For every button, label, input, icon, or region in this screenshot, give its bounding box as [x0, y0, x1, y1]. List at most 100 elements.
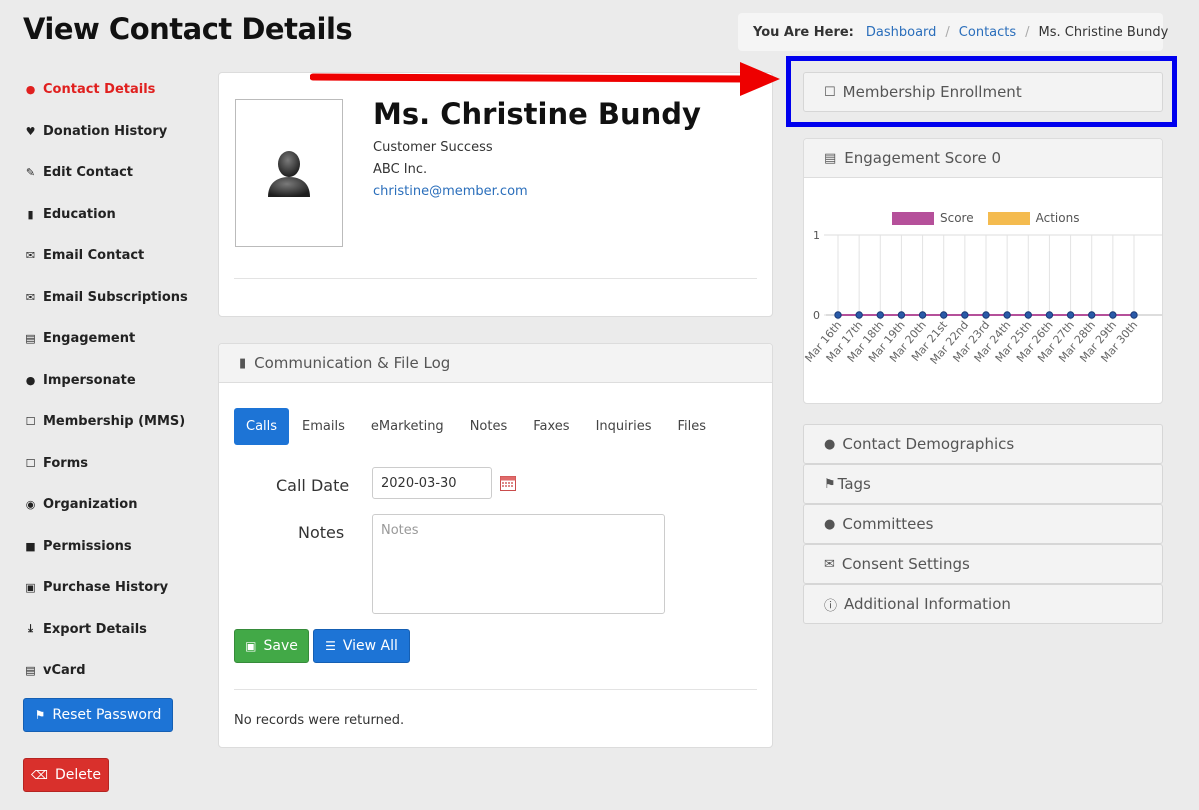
section-label: Additional Information: [844, 595, 1011, 613]
sidebar-item-label: Permissions: [43, 538, 132, 554]
sidebar-item-label: Membership (MMS): [43, 413, 186, 429]
sidebar-item-label: Impersonate: [43, 372, 136, 388]
tab-emarketing[interactable]: eMarketing: [358, 408, 457, 445]
bookmark-icon: ☐: [25, 456, 36, 470]
sidebar-item-vcard[interactable]: ▤ vCard: [23, 660, 85, 680]
engagement-score-title: Engagement Score 0: [844, 149, 1002, 167]
breadcrumb-separator: /: [945, 24, 950, 40]
data-point: [1130, 311, 1138, 319]
contact-demographics-section[interactable]: ● Contact Demographics: [803, 424, 1163, 464]
delete-label: Delete: [54, 767, 101, 783]
user-icon: ●: [824, 436, 836, 452]
tab-inquiries[interactable]: Inquiries: [583, 408, 665, 445]
tags-section[interactable]: ⚑ Tags: [803, 464, 1163, 504]
tab-emails[interactable]: Emails: [289, 408, 358, 445]
section-label: Contact Demographics: [842, 435, 1015, 453]
call-date-input[interactable]: 2020-03-30: [372, 467, 492, 499]
divider: [234, 689, 757, 690]
save-label: Save: [263, 638, 298, 654]
section-label: Tags: [837, 475, 871, 493]
sidebar-item-email-subscriptions[interactable]: ✉ Email Subscriptions: [23, 287, 188, 307]
bar-chart-icon: ▤: [25, 331, 36, 345]
legend-label-score: Score: [940, 211, 974, 225]
data-point: [1003, 311, 1011, 319]
bar-chart-icon: ▤: [824, 150, 837, 166]
sidebar-item-email-contact[interactable]: ✉ Email Contact: [23, 245, 144, 265]
breadcrumb-separator: /: [1025, 24, 1030, 40]
empty-records-message: No records were returned.: [234, 713, 405, 728]
contact-company: ABC Inc.: [373, 162, 428, 177]
breadcrumb-current: Ms. Christine Bundy: [1038, 24, 1169, 40]
data-point: [982, 311, 990, 319]
communication-log-panel: ▮ Communication & File Log Calls Emails …: [218, 343, 773, 748]
sidebar-item-label: Email Subscriptions: [43, 289, 188, 305]
view-all-button[interactable]: ☰ View All: [313, 629, 410, 663]
sidebar-item-label: Edit Contact: [43, 164, 134, 180]
sidebar-item-organization[interactable]: ◉ Organization: [23, 494, 138, 514]
sidebar-item-forms[interactable]: ☐ Forms: [23, 453, 88, 473]
data-point: [834, 311, 842, 319]
legend-swatch-score: [892, 211, 934, 225]
delete-button[interactable]: ⌫ Delete: [23, 758, 109, 792]
sidebar-item-label: Organization: [43, 496, 138, 512]
reset-password-label: Reset Password: [52, 707, 162, 723]
y-tick-label: 0: [813, 309, 820, 322]
sidebar-item-edit-contact[interactable]: ✎ Edit Contact: [23, 162, 133, 182]
contact-profile-panel: Ms. Christine Bundy Customer Success ABC…: [218, 72, 773, 317]
heart-icon: ♥: [25, 124, 36, 138]
communication-log-header: ▮ Communication & File Log: [219, 344, 772, 383]
y-tick-label: 1: [813, 229, 820, 242]
lock-icon: ■: [25, 539, 36, 553]
trash-icon: ⌫: [31, 768, 48, 782]
sidebar-item-membership[interactable]: ☐ Membership (MMS): [23, 411, 186, 431]
annotation-arrow: [310, 62, 780, 96]
sidebar-item-label: Engagement: [43, 330, 136, 346]
additional-information-section[interactable]: ⓘ Additional Information: [803, 584, 1163, 624]
sidebar-item-label: Export Details: [43, 621, 147, 637]
legend-label-actions: Actions: [1035, 211, 1080, 225]
sidebar-item-impersonate[interactable]: ● Impersonate: [23, 370, 136, 390]
reset-password-button[interactable]: ⚑ Reset Password: [23, 698, 173, 732]
sidebar-item-contact-details[interactable]: ● Contact Details: [23, 79, 156, 99]
user-icon: ●: [25, 373, 36, 387]
annotation-highlight-box: [786, 56, 1177, 127]
data-point: [940, 311, 948, 319]
breadcrumb-contacts-link[interactable]: Contacts: [959, 25, 1016, 40]
tab-calls[interactable]: Calls: [234, 408, 290, 445]
tab-faxes[interactable]: Faxes: [520, 408, 582, 445]
calendar-icon[interactable]: [500, 475, 516, 491]
contact-email-link[interactable]: christine@member.com: [373, 184, 528, 199]
breadcrumb: You Are Here: Dashboard / Contacts / Ms.…: [738, 13, 1168, 51]
tab-notes[interactable]: Notes: [457, 408, 521, 445]
sidebar-item-label: Forms: [43, 455, 88, 471]
data-point: [876, 311, 884, 319]
section-label: Committees: [842, 515, 934, 533]
notes-textarea[interactable]: Notes: [372, 514, 665, 614]
committees-section[interactable]: ● Committees: [803, 504, 1163, 544]
call-date-label: Call Date: [276, 476, 350, 495]
edit-icon: ✎: [25, 165, 36, 179]
page-title: View Contact Details: [23, 12, 353, 46]
communication-tabs: Calls Emails eMarketing Notes Faxes Inqu…: [234, 408, 719, 445]
data-point: [1088, 311, 1096, 319]
divider: [234, 278, 757, 279]
avatar-icon: [268, 151, 310, 197]
sidebar-item-label: Email Contact: [43, 247, 145, 263]
sidebar-item-export-details[interactable]: ⤓ Export Details: [23, 619, 147, 639]
users-icon: ●: [824, 516, 836, 532]
tab-files[interactable]: Files: [664, 408, 719, 445]
sidebar-item-engagement[interactable]: ▤ Engagement: [23, 328, 135, 348]
consent-settings-section[interactable]: ✉ Consent Settings: [803, 544, 1163, 584]
sidebar-item-permissions[interactable]: ■ Permissions: [23, 536, 132, 556]
contact-photo: [235, 99, 343, 247]
engagement-chart: 01Mar 16thMar 17thMar 18thMar 19thMar 20…: [804, 229, 1162, 367]
notes-label: Notes: [298, 523, 345, 542]
envelope-icon: ✉: [824, 556, 835, 572]
sidebar-item-donation-history[interactable]: ♥ Donation History: [23, 121, 168, 141]
info-icon: ⓘ: [824, 598, 838, 614]
sidebar-item-education[interactable]: ▮ Education: [23, 204, 115, 224]
data-point: [1045, 311, 1054, 319]
breadcrumb-dashboard-link[interactable]: Dashboard: [866, 25, 937, 40]
save-button[interactable]: ▣ Save: [234, 629, 309, 663]
sidebar-item-purchase-history[interactable]: ▣ Purchase History: [23, 577, 168, 597]
